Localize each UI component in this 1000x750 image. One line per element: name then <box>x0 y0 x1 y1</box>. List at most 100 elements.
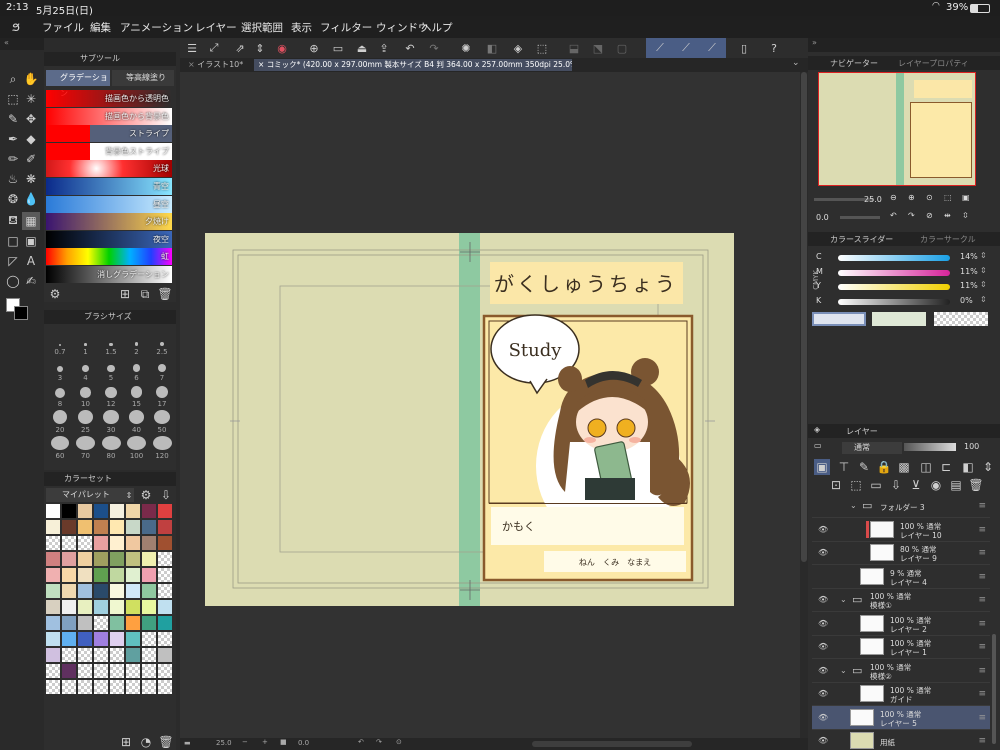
pen-tool-icon[interactable]: ✒ <box>4 130 22 148</box>
color-swatch[interactable] <box>158 632 172 646</box>
new-file-icon[interactable]: ⊕ <box>306 40 322 56</box>
canvas-angle-value[interactable]: 0.0 <box>298 739 309 747</box>
brush-size-preset[interactable]: 10 <box>74 384 98 408</box>
layer-row[interactable]: 👁 100 % 通常 レイヤー 10 ≡ <box>812 518 990 542</box>
channel-value[interactable]: 11% <box>960 281 978 290</box>
color-swatch[interactable] <box>46 536 60 550</box>
export-icon[interactable]: ⇗ <box>232 40 248 56</box>
color-swatch[interactable] <box>46 648 60 662</box>
color-swatch[interactable] <box>78 648 92 662</box>
brush-size-preset[interactable]: 30 <box>99 410 123 434</box>
fill-bucket-icon[interactable]: ◈ <box>510 40 526 56</box>
color-swatch[interactable] <box>158 552 172 566</box>
color-swatch[interactable] <box>78 584 92 598</box>
channel-slider[interactable] <box>838 284 950 290</box>
eye-icon[interactable]: 👁 <box>818 595 828 604</box>
color-swatch[interactable] <box>62 632 76 646</box>
brush-size-preset[interactable]: 1 <box>74 332 98 356</box>
layer-row[interactable]: 👁 ⌄ ▭ 100 % 通常 模様② ≡ <box>812 659 990 683</box>
rotate-right-icon[interactable]: ↷ <box>908 211 915 220</box>
gradient-preset[interactable]: 昼空 <box>46 195 172 213</box>
transparent-color-chip[interactable] <box>934 312 988 326</box>
eye-icon[interactable]: 👁 <box>818 525 828 534</box>
figure-tool-icon[interactable]: □ <box>4 232 22 250</box>
color-swatch[interactable] <box>62 664 76 678</box>
menu-view[interactable]: 表示 <box>291 20 312 35</box>
color-swatch[interactable] <box>142 616 156 630</box>
layer-opacity-value[interactable]: 100 <box>964 442 979 451</box>
brush-size-preset[interactable]: 7 <box>150 358 174 382</box>
actual-size-icon[interactable]: ⊙ <box>926 193 933 202</box>
gradient-preset[interactable]: 青空 <box>46 178 172 195</box>
color-swatch[interactable] <box>110 520 124 534</box>
blend-tool-icon[interactable]: ❂ <box>4 190 22 208</box>
menu-help[interactable]: ヘルプ <box>421 20 453 35</box>
rotate-left-icon[interactable]: ↶ <box>358 738 364 746</box>
new-vector-icon[interactable]: ⬚ <box>848 477 864 493</box>
eye-icon[interactable]: 👁 <box>818 619 828 628</box>
color-swatch[interactable] <box>158 648 172 662</box>
color-swatch[interactable] <box>62 520 76 534</box>
transform-icon[interactable]: ⬚ <box>534 40 550 56</box>
subtool-tab-contour[interactable]: 等高線塗り <box>112 70 174 86</box>
opacity-slider[interactable] <box>904 443 956 451</box>
color-swatch[interactable] <box>110 680 124 694</box>
layer-row[interactable]: ⌄ ▭ フォルダー 3 ≡ <box>812 494 990 518</box>
main-color-chip[interactable] <box>812 312 866 326</box>
correct-line-tool-icon[interactable]: ✍ <box>22 272 40 290</box>
brush-tool-icon[interactable]: ✐ <box>22 150 40 168</box>
gradient-preset[interactable]: 夕焼け <box>46 213 172 231</box>
color-swatch[interactable] <box>110 632 124 646</box>
gradient-preset[interactable]: 光球 <box>46 160 172 178</box>
fill-drop-icon[interactable]: 💧 <box>22 190 40 208</box>
layer-row[interactable]: 👁 80 % 通常 レイヤー 9 ≡ <box>812 541 990 565</box>
channel-slider[interactable] <box>838 269 950 276</box>
color-swatch[interactable] <box>78 552 92 566</box>
eraser-tool-icon[interactable]: ◆ <box>22 130 40 148</box>
color-swatch[interactable] <box>142 648 156 662</box>
color-swatch[interactable] <box>158 616 172 630</box>
menu-hamburger-icon[interactable]: ☰ <box>184 40 200 56</box>
color-swatch[interactable] <box>78 568 92 582</box>
color-swatch[interactable] <box>46 664 60 678</box>
color-swatch[interactable] <box>110 504 124 518</box>
color-swatch[interactable] <box>78 632 92 646</box>
brush-size-preset[interactable]: 12 <box>99 384 123 408</box>
gradient-tool-icon[interactable]: ▦ <box>22 212 40 230</box>
clip-layer-icon[interactable]: ▣ <box>814 459 830 475</box>
layer-property-tab[interactable]: レイヤープロパティ <box>898 58 969 69</box>
layer-row[interactable]: 👁 100 % 通常 レイヤー 5 ≡ <box>812 705 990 730</box>
color-swatch[interactable] <box>142 504 156 518</box>
color-swatch[interactable] <box>158 536 172 550</box>
drag-handle-icon[interactable]: ≡ <box>978 501 986 511</box>
layer-row[interactable]: 👁 100 % 通常 ガイド ≡ <box>812 682 990 706</box>
deselect-icon[interactable]: ⬓ <box>566 40 582 56</box>
invert-selection-icon[interactable]: ⬔ <box>590 40 606 56</box>
color-swatch[interactable] <box>126 680 140 694</box>
fit-navigator-icon[interactable]: ▣ <box>962 193 970 202</box>
lock-transparent-icon[interactable]: ▩ <box>896 459 912 475</box>
brush-size-preset[interactable]: 5 <box>99 358 123 382</box>
hand-tool-icon[interactable]: ✋ <box>22 70 40 88</box>
device-icon[interactable]: ▯ <box>736 40 752 56</box>
subtool-settings-icon[interactable]: ⚙ <box>48 287 62 301</box>
blend-mode-select[interactable]: 通常 <box>842 442 902 454</box>
navigator-zoom-value[interactable]: 25.0 <box>864 195 882 204</box>
fit-window-icon[interactable]: ⬚ <box>944 193 952 202</box>
ruler-display-icon[interactable]: ⊏ <box>938 459 954 475</box>
tab-illust[interactable]: × イラスト10* <box>180 59 254 71</box>
color-swatch[interactable] <box>94 680 108 694</box>
gradient-preset[interactable]: 夜空 <box>46 230 172 248</box>
palette-import-icon[interactable]: ⇩ <box>160 488 172 502</box>
loading-icon[interactable]: ✺ <box>458 40 474 56</box>
stepper-icon[interactable]: ⇕ <box>980 295 987 304</box>
delete-layer-icon[interactable]: 🗑 <box>968 477 984 493</box>
color-swatch[interactable] <box>158 584 172 598</box>
color-swatch[interactable] <box>62 616 76 630</box>
color-swatch[interactable] <box>62 680 76 694</box>
color-swatch[interactable] <box>126 600 140 614</box>
eye-icon[interactable]: 👁 <box>818 689 828 698</box>
help-icon[interactable]: ? <box>766 40 782 56</box>
gradient-preset[interactable]: 背景色ストライプ <box>46 142 172 160</box>
layer-row[interactable]: 9 % 通常 レイヤー 4 ≡ <box>812 565 990 589</box>
